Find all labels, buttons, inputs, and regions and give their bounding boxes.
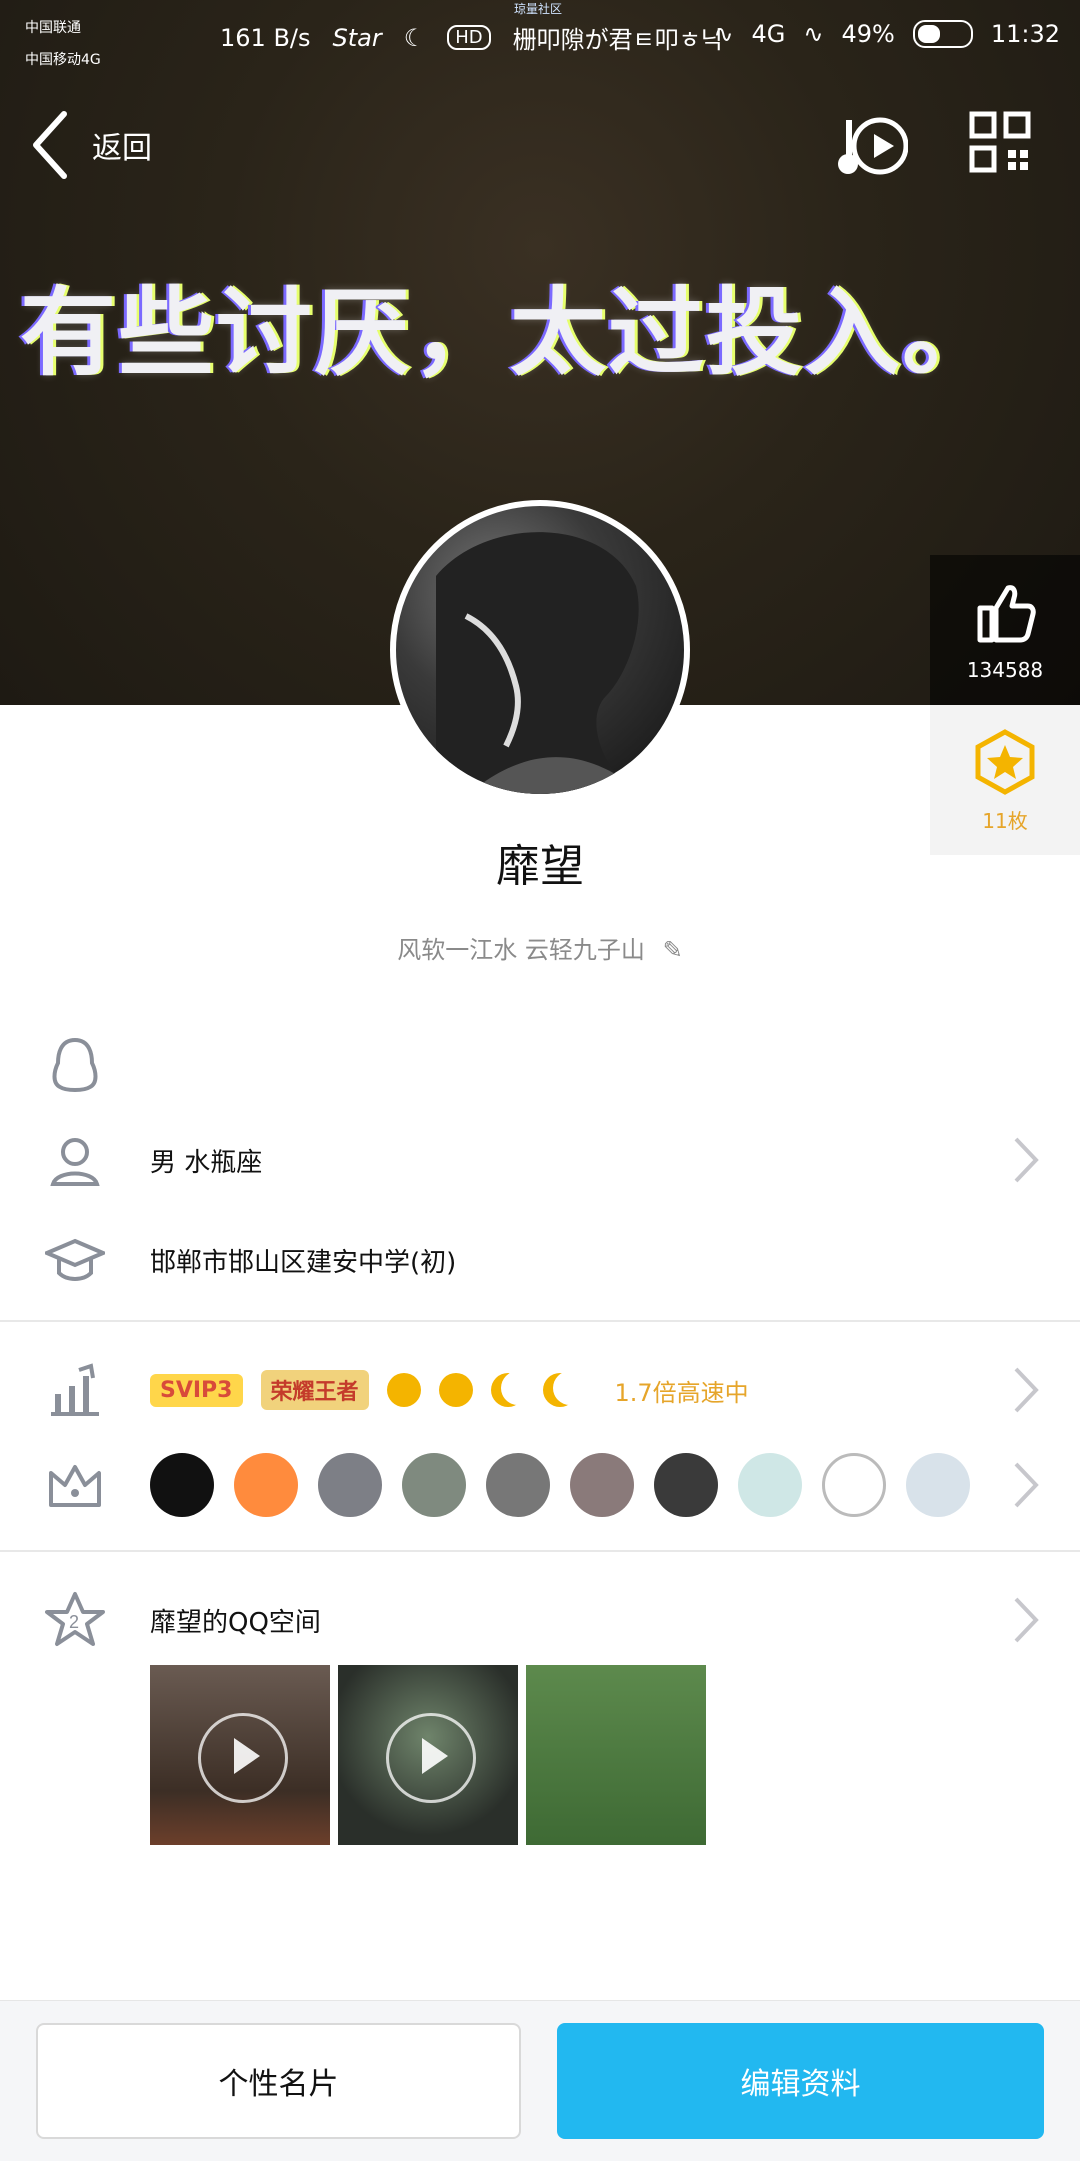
avatar[interactable] xyxy=(390,500,690,800)
space-thumb-3[interactable] xyxy=(526,1665,706,1845)
crown-icon xyxy=(45,1455,105,1515)
qq-space-thumbnails xyxy=(150,1665,706,1845)
signal-icon-2: ∿ xyxy=(803,20,824,48)
moon-icon xyxy=(542,1371,587,1407)
status-micro-text: 琼量社区 xyxy=(514,2,563,16)
edit-pencil-icon[interactable]: ✎ xyxy=(663,936,683,964)
diamond-lv1-icon xyxy=(738,1453,802,1517)
thumb-up-icon xyxy=(977,585,1036,643)
level-chart-icon xyxy=(45,1360,105,1420)
star-text: Star xyxy=(332,23,382,52)
moon-icon: ☾ xyxy=(403,23,426,52)
back-arrow-icon xyxy=(33,111,67,179)
svg-text:2: 2 xyxy=(69,1612,79,1632)
status-center: 161 B/s Star ☾ HD 栅叩隙が君ㅌ叩ㅎ닉 xyxy=(220,20,723,55)
lightning-lv3-icon xyxy=(234,1453,298,1517)
bottom-bar: 个性名片 编辑资料 xyxy=(0,2000,1080,2161)
penguin-cloud-icon xyxy=(486,1453,550,1517)
status-right: ∿ 4G ∿ 49% 11:32 xyxy=(713,20,1060,48)
graduation-cap-icon xyxy=(45,1230,105,1290)
top-icons xyxy=(836,110,1032,182)
speed-text: 1.7倍高速中 xyxy=(614,1378,749,1407)
school-text: 邯郸市邯山区建安中学(初) xyxy=(150,1247,457,1278)
signature[interactable]: 风软一江水 云轻九子山 ✎ xyxy=(0,930,1080,965)
coin-star-icon xyxy=(975,728,1035,795)
qq-row xyxy=(0,1025,1080,1105)
hd-badge: HD xyxy=(447,25,491,50)
back-label: 返回 xyxy=(92,131,152,166)
clock: 11:32 xyxy=(990,20,1060,48)
carrier-2: 中国移动4G xyxy=(25,52,101,68)
avatar-illustration xyxy=(436,532,644,794)
chevron-right-icon xyxy=(1005,1455,1045,1515)
penguin-star-icon xyxy=(318,1453,382,1517)
space-thumb-1[interactable] xyxy=(150,1665,330,1845)
like-button[interactable]: 134588 xyxy=(930,555,1080,705)
net-speed: 161 B/s xyxy=(220,23,311,52)
carrier-1: 中国联通 xyxy=(25,20,81,36)
penguin-leaf-icon xyxy=(402,1453,466,1517)
sun-icon xyxy=(386,1373,421,1407)
penguin-crown-icon xyxy=(654,1453,718,1517)
service-icons xyxy=(150,1453,970,1517)
vip-row[interactable]: SVIP3 荣耀王者 1.7倍高速中 xyxy=(0,1350,1080,1430)
chevron-right-icon xyxy=(1005,1130,1045,1190)
qr-code-icon[interactable] xyxy=(968,110,1032,174)
cover-text: 有些讨厌，太过投入。 xyxy=(20,277,1000,389)
network-type: 4G xyxy=(751,20,786,48)
battery-icon xyxy=(912,20,973,48)
play-icon xyxy=(386,1713,476,1803)
badge-icons-row[interactable] xyxy=(0,1445,1080,1525)
like-count: 134588 xyxy=(966,658,1044,682)
side-panel: 134588 11枚 xyxy=(930,555,1080,855)
music-icon[interactable] xyxy=(836,110,908,182)
battery-percent: 49% xyxy=(841,20,895,48)
svip-badge: SVIP3 xyxy=(150,1373,243,1407)
status-bar: 中国联通 中国移动4G 161 B/s Star ☾ HD 栅叩隙が君ㅌ叩ㅎ닉 … xyxy=(0,0,1080,80)
qq-space-title: 靡望的QQ空间 xyxy=(150,1608,321,1638)
moon-icon xyxy=(490,1371,535,1407)
honor-badge: 荣耀王者 xyxy=(260,1370,369,1410)
penguin-eye-icon xyxy=(570,1453,634,1517)
gender-zodiac-row[interactable]: 男 水瓶座 xyxy=(0,1120,1080,1200)
user-icon xyxy=(45,1130,105,1190)
signature-text: 风软一江水 云轻九子山 xyxy=(397,936,645,964)
penguin-icon xyxy=(45,1035,105,1095)
sun-icon xyxy=(438,1373,473,1407)
qq-penguin-icon xyxy=(150,1453,214,1517)
divider-2 xyxy=(0,1550,1080,1552)
profile-card-button[interactable]: 个性名片 xyxy=(36,2023,521,2139)
chevron-right-icon xyxy=(1005,1360,1045,1420)
carrier-info: 中国联通 中国移动4G xyxy=(25,12,101,76)
divider-1 xyxy=(0,1320,1080,1322)
star-icon xyxy=(906,1453,970,1517)
space-star-icon: 2 xyxy=(45,1590,105,1650)
vip-badges: SVIP3 荣耀王者 1.7倍高速中 xyxy=(150,1370,749,1410)
edit-profile-button[interactable]: 编辑资料 xyxy=(557,2023,1044,2139)
cloud-v-icon xyxy=(822,1453,886,1517)
school-row: 邯郸市邯山区建安中学(初) xyxy=(0,1220,1080,1300)
play-icon xyxy=(198,1713,288,1803)
chevron-right-icon xyxy=(1005,1590,1045,1650)
back-button[interactable]: 返回 xyxy=(30,110,152,180)
gender-zodiac-text: 男 水瓶座 xyxy=(150,1147,263,1178)
notification-text: 栅叩隙が君ㅌ叩ㅎ닉 xyxy=(512,26,723,54)
top-bar: 返回 xyxy=(0,110,1080,190)
signal-icon: ∿ xyxy=(713,20,734,48)
nickname: 靡望 xyxy=(496,841,584,892)
space-thumb-2[interactable] xyxy=(338,1665,518,1845)
